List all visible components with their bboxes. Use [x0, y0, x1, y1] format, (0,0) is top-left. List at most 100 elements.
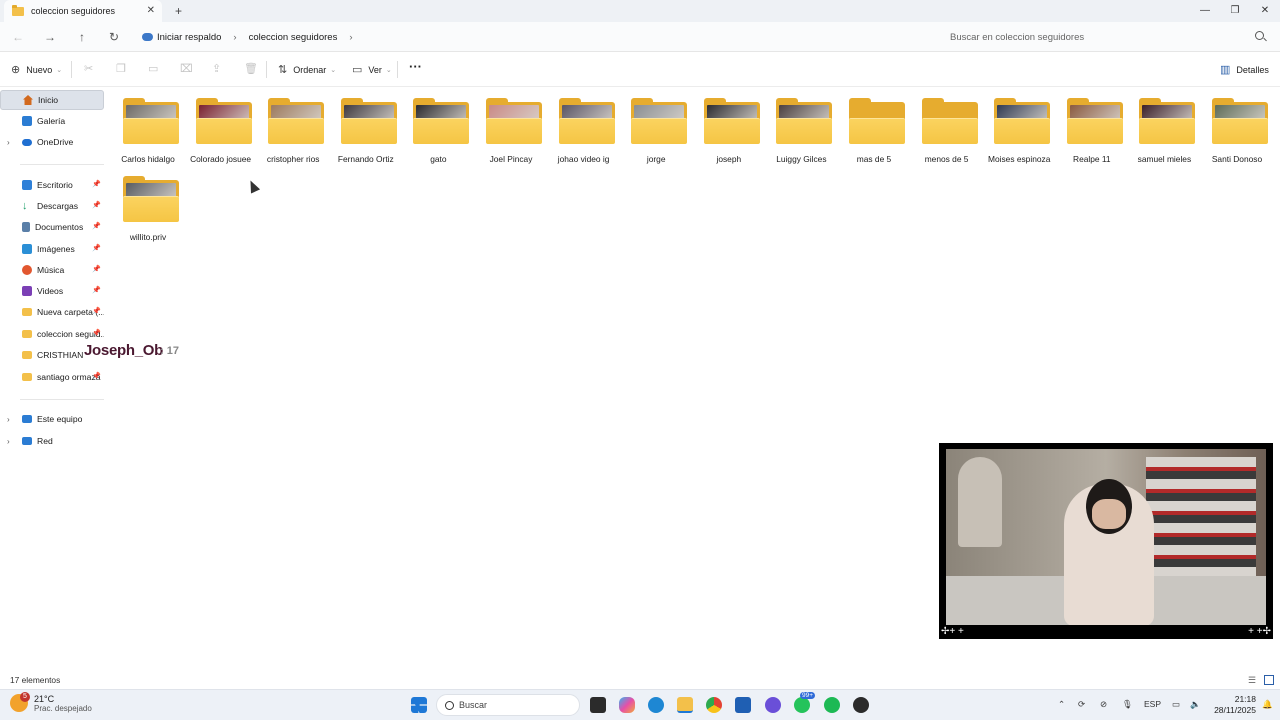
volume-icon[interactable]: 🔈	[1190, 699, 1201, 710]
folder-item[interactable]: joseph	[693, 92, 765, 170]
microphone-icon[interactable]: 🎙	[1122, 699, 1133, 710]
sidebar-item-red[interactable]: › Red	[0, 431, 104, 451]
documents-icon	[22, 222, 30, 232]
sidebar-item-descargas[interactable]: ↓ Descargas 📌	[0, 196, 104, 216]
paste-icon[interactable]: ▭	[148, 62, 158, 75]
close-window-button[interactable]: ✕	[1250, 0, 1280, 20]
copy-icon[interactable]: ❐	[116, 62, 126, 75]
whatsapp-icon[interactable]	[794, 697, 810, 713]
store-icon[interactable]	[735, 697, 751, 713]
network-icon[interactable]: ▭	[1172, 699, 1180, 710]
folder-icon	[1212, 98, 1268, 144]
maximize-button[interactable]: ❐	[1220, 0, 1250, 20]
pin-icon[interactable]: 📌	[92, 201, 101, 209]
title-bar: coleccion seguidores ✕ + — ❐ ✕	[0, 0, 1280, 22]
folder-item[interactable]: Moises espinoza	[983, 92, 1055, 170]
pin-icon[interactable]: 📌	[92, 265, 101, 273]
pin-icon[interactable]: 📌	[92, 307, 101, 315]
folder-item[interactable]: Realpe 11	[1056, 92, 1128, 170]
sidebar-item-inicio[interactable]: Inicio	[0, 90, 104, 110]
pin-icon[interactable]: 📌	[92, 329, 101, 337]
discord-icon[interactable]	[765, 697, 781, 713]
sync-icon[interactable]: ⟳	[1078, 699, 1085, 710]
sidebar-item-escritorio[interactable]: Escritorio 📌	[0, 175, 104, 195]
notification-bell-icon[interactable]: 🔔	[1262, 699, 1273, 710]
sidebar-item-musica[interactable]: Música 📌	[0, 260, 104, 280]
rename-icon[interactable]: ⌧	[180, 62, 193, 75]
pin-icon[interactable]: 📌	[92, 244, 101, 252]
spotify-icon[interactable]	[824, 697, 840, 713]
sidebar-item-santiago-ormaza[interactable]: santiago ormaza 📌	[0, 367, 104, 387]
more-options-button[interactable]: ···	[409, 59, 422, 74]
sidebar-item-coleccion-seguidores[interactable]: coleccion seguid... 📌	[0, 324, 104, 344]
breadcrumb-coleccion-seguidores[interactable]: coleccion seguidores	[249, 32, 338, 43]
chevron-right-icon[interactable]: ›	[7, 415, 10, 424]
new-button[interactable]: ⊕ Nuevo ⌄	[11, 63, 62, 76]
folder-item[interactable]: jorge	[620, 92, 692, 170]
details-button[interactable]: ▥ Detalles	[1220, 63, 1269, 76]
edge-icon[interactable]	[648, 697, 664, 713]
sidebar-item-este-equipo[interactable]: › Este equipo	[0, 409, 104, 429]
obs-icon[interactable]	[853, 697, 869, 713]
minimize-button[interactable]: —	[1190, 0, 1220, 20]
sidebar-item-imagenes[interactable]: Imágenes 📌	[0, 239, 104, 259]
folder-item[interactable]: Fernando Ortiz	[330, 92, 402, 170]
share-icon[interactable]: ⇪	[212, 62, 221, 75]
sidebar-item-galeria[interactable]: Galería	[0, 111, 104, 131]
clock[interactable]: 21:18 28/11/2025	[1214, 694, 1256, 716]
search-input[interactable]: Buscar en coleccion seguidores	[940, 26, 1272, 48]
folder-icon	[12, 4, 24, 16]
details-view-icon[interactable]: ☰	[1248, 675, 1258, 685]
folder-item[interactable]: cristopher rios	[257, 92, 329, 170]
up-icon[interactable]: ↑	[75, 30, 89, 44]
task-view-icon[interactable]	[590, 697, 606, 713]
breadcrumb-iniciar-respaldo[interactable]: Iniciar respaldo	[157, 32, 221, 43]
sidebar-item-onedrive[interactable]: › OneDrive	[0, 132, 104, 152]
folder-item[interactable]: Carlos hidalgo	[112, 92, 184, 170]
folder-item[interactable]: gato	[402, 92, 474, 170]
chevron-right-icon: ›	[233, 31, 237, 43]
cut-icon[interactable]: ✂	[84, 62, 93, 75]
pin-icon[interactable]: 📌	[92, 286, 101, 294]
sort-button[interactable]: ⇅ Ordenar ⌄	[278, 63, 336, 76]
refresh-icon[interactable]: ↻	[107, 30, 121, 44]
folder-item[interactable]: Joel Pincay	[475, 92, 547, 170]
folder-item[interactable]: johao video ig	[548, 92, 620, 170]
large-icons-view-icon[interactable]	[1264, 675, 1274, 685]
address-bar[interactable]: Iniciar respaldo › coleccion seguidores …	[136, 26, 922, 48]
view-button[interactable]: ▭ Ver ⌄	[352, 63, 392, 76]
chevron-right-icon[interactable]: ›	[349, 32, 352, 43]
chevron-right-icon[interactable]: ›	[7, 138, 10, 147]
folder-item[interactable]: Colorado josuee	[185, 92, 257, 170]
tab-coleccion-seguidores[interactable]: coleccion seguidores ✕	[4, 0, 162, 22]
copilot-icon[interactable]	[619, 697, 635, 713]
sidebar-item-documentos[interactable]: Documentos 📌	[0, 217, 104, 237]
chevron-up-icon[interactable]: ⌃	[1058, 699, 1065, 710]
chevron-right-icon[interactable]: ›	[7, 437, 10, 446]
back-icon[interactable]: ←	[11, 30, 25, 44]
folder-item[interactable]: Santi Donoso	[1201, 92, 1273, 170]
pin-icon[interactable]: 📌	[92, 180, 101, 188]
folder-item[interactable]: samuel mieles	[1128, 92, 1200, 170]
start-icon[interactable]	[411, 697, 427, 713]
sidebar-item-videos[interactable]: Videos 📌	[0, 281, 104, 301]
chrome-icon[interactable]	[706, 697, 722, 713]
taskbar-search[interactable]: Buscar	[436, 694, 580, 716]
eye-icon[interactable]: ⊘	[1100, 699, 1107, 710]
sidebar-item-nueva-carpeta[interactable]: Nueva carpeta (... 📌	[0, 302, 104, 322]
file-explorer-icon[interactable]	[677, 697, 693, 713]
sidebar-item-label: Este equipo	[37, 414, 83, 424]
pin-icon[interactable]: 📌	[92, 222, 101, 230]
forward-icon[interactable]: →	[43, 30, 57, 44]
folder-item[interactable]: willito.priv	[112, 170, 184, 248]
weather-widget[interactable]: 5 21°C Prac. despejado	[10, 692, 92, 713]
folder-item[interactable]: menos de 5	[911, 92, 983, 170]
new-tab-button[interactable]: +	[175, 4, 182, 18]
folder-item[interactable]: Luiggy Gilces	[765, 92, 837, 170]
close-tab-icon[interactable]: ✕	[147, 5, 155, 16]
pin-icon[interactable]: 📌	[92, 372, 101, 380]
chevron-down-icon: ⌄	[385, 66, 392, 74]
delete-icon[interactable]: 🗑	[244, 62, 258, 75]
folder-item[interactable]: mas de 5	[838, 92, 910, 170]
language-indicator[interactable]: ESP	[1144, 699, 1161, 709]
